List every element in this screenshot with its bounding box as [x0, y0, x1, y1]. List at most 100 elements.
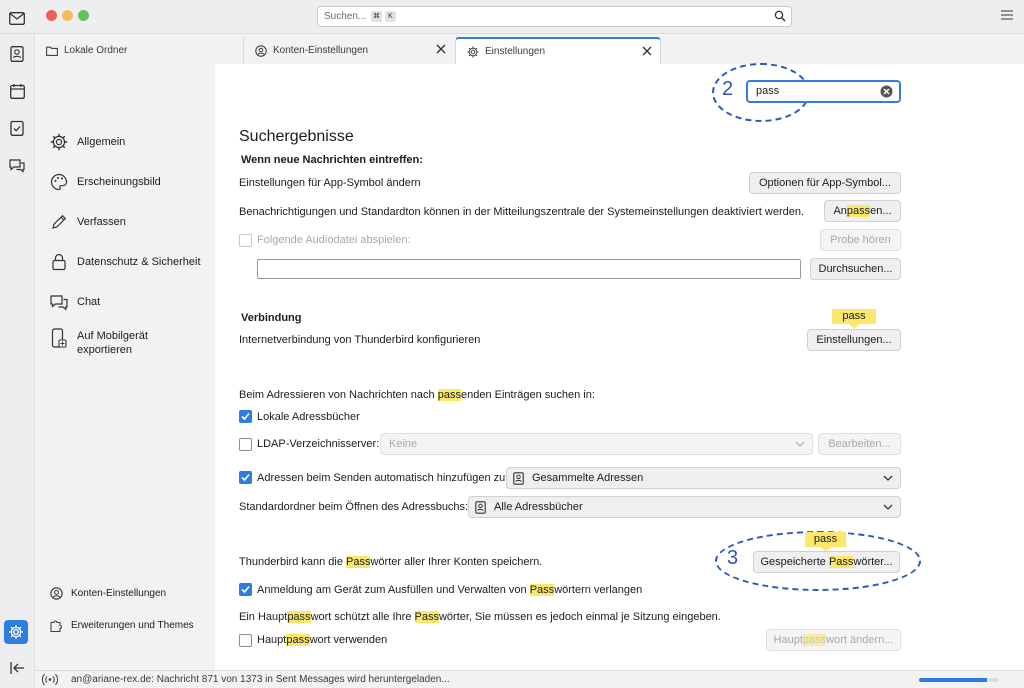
app-menu-icon[interactable] — [1001, 10, 1013, 23]
use-master-password-label: Hauptpasswort verwenden — [257, 634, 387, 646]
global-search-input[interactable]: Suchen... ⌘ K — [317, 6, 792, 27]
category-label-line1: Auf Mobilgerät — [77, 330, 148, 342]
sidebar-addons-themes[interactable]: Erweiterungen und Themes — [49, 618, 194, 633]
master-info-c: wort schützt alle Ihre — [310, 611, 415, 623]
change-master-highlight: pass — [802, 634, 827, 646]
category-label: Konten-Einstellungen — [71, 588, 167, 599]
chevron-down-icon — [883, 502, 893, 515]
play-sound-button[interactable]: Probe hören — [820, 229, 901, 251]
category-label: Chat — [77, 296, 101, 308]
ldap-server-checkbox[interactable] — [239, 438, 252, 451]
gear-icon — [467, 46, 479, 58]
search-icon[interactable] — [774, 10, 786, 25]
default-folder-value: Alle Adressbücher — [494, 501, 583, 513]
category-privacy-security[interactable]: Datenschutz & Sicherheit — [49, 252, 201, 272]
shortcut-key-k: K — [385, 11, 396, 22]
use-master-highlight: pass — [286, 634, 310, 646]
settings-content: 2 pass Suchergebnisse Wenn neue Nachrich… — [215, 63, 1024, 670]
local-address-books-checkbox[interactable] — [239, 410, 252, 423]
status-bar: an@ariane-rex.de: Nachricht 871 von 1373… — [35, 670, 1024, 688]
account-settings-icon — [49, 586, 63, 600]
mail-icon[interactable] — [8, 9, 26, 27]
mobile-export-icon — [49, 326, 69, 352]
zoom-window-button[interactable] — [78, 10, 89, 21]
lock-icon — [49, 252, 69, 272]
use-master-password-checkbox[interactable] — [239, 634, 252, 647]
change-master-password-button[interactable]: Hauptpasswort ändern... — [766, 629, 901, 651]
category-label: Erscheinungsbild — [77, 176, 161, 188]
tasks-icon[interactable] — [8, 119, 26, 137]
chat-icon[interactable] — [8, 156, 26, 174]
tab-label: Konten-Einstellungen — [273, 45, 369, 56]
collapse-spaces-icon[interactable] — [8, 659, 26, 677]
saved-passwords-post: wörter... — [853, 556, 893, 568]
customize-button[interactable]: Anpassen... — [824, 200, 901, 222]
settings-search-input[interactable]: pass — [746, 80, 901, 103]
ldap-server-select[interactable]: Keine — [380, 433, 813, 455]
saved-passwords-button[interactable]: Gespeicherte Passwörter... — [753, 551, 900, 573]
chevron-down-icon — [795, 439, 805, 452]
address-book-icon[interactable] — [8, 45, 26, 63]
app-icon-options-button[interactable]: Optionen für App-Symbol... — [749, 172, 901, 194]
tab-local-folders[interactable]: Lokale Ordner — [35, 37, 243, 64]
saved-passwords-highlight: Pass — [828, 556, 854, 568]
audio-file-path-input[interactable] — [257, 259, 801, 279]
passwords-text-pre: Thunderbird kann die — [239, 556, 347, 568]
search-match-tag: pass — [805, 532, 846, 552]
device-auth-checkbox[interactable] — [239, 583, 252, 596]
passwords-text: Thunderbird kann die Passwörter aller Ih… — [239, 556, 542, 568]
chat-icon — [49, 292, 69, 312]
ldap-server-label: LDAP-Verzeichnisserver: — [257, 438, 380, 450]
auto-add-addresses-checkbox[interactable] — [239, 471, 252, 484]
default-folder-select[interactable]: Alle Adressbücher — [468, 496, 901, 518]
auto-add-addresses-select[interactable]: Gesammelte Adressen — [506, 467, 901, 489]
customize-label-post: en... — [870, 205, 892, 217]
annotation-number-2: 2 — [722, 78, 734, 100]
calendar-icon[interactable] — [8, 82, 26, 100]
change-master-pre: Haupt — [773, 634, 803, 646]
category-label-multiline: Auf Mobilgerät exportieren — [77, 326, 148, 357]
device-auth-pre: Anmeldung am Gerät zum Ausfüllen und Ver… — [257, 584, 530, 596]
clear-search-icon[interactable] — [880, 85, 893, 101]
puzzle-icon — [49, 618, 63, 632]
category-general[interactable]: Allgemein — [49, 132, 125, 152]
addressing-intro-highlight: pass — [437, 389, 461, 401]
ldap-server-value: Keine — [389, 438, 418, 450]
auto-add-addresses-value: Gesammelte Adressen — [532, 472, 644, 484]
app-icon-text: Einstellungen für App-Symbol ändern — [239, 177, 421, 189]
pencil-icon — [49, 212, 69, 232]
address-book-icon — [475, 501, 486, 517]
close-window-button[interactable] — [46, 10, 57, 21]
category-mobile-export[interactable]: Auf Mobilgerät exportieren — [49, 326, 148, 357]
tab-settings[interactable]: Einstellungen — [455, 37, 661, 64]
change-master-post: wort ändern... — [826, 634, 894, 646]
category-appearance[interactable]: Erscheinungsbild — [49, 172, 161, 192]
download-progress-fill — [919, 678, 987, 682]
minimize-window-button[interactable] — [62, 10, 73, 21]
edit-ldap-button[interactable]: Bearbeiten... — [818, 433, 901, 455]
online-status-icon[interactable] — [41, 673, 59, 688]
settings-icon[interactable] — [4, 620, 28, 644]
tab-label: Einstellungen — [485, 46, 546, 57]
checkmark-icon — [241, 585, 250, 594]
tab-account-settings[interactable]: Konten-Einstellungen — [243, 37, 454, 64]
use-master-pre: Haupt — [257, 634, 287, 646]
addressing-intro-post: enden Einträgen suchen in: — [460, 389, 595, 401]
category-label: Allgemein — [77, 136, 126, 148]
device-auth-highlight: Pass — [529, 584, 555, 596]
close-icon[interactable] — [436, 44, 446, 57]
connection-settings-button[interactable]: Einstellungen... — [807, 329, 901, 351]
auto-add-addresses-label: Adressen beim Senden automatisch hinzufü… — [257, 472, 509, 484]
browse-button[interactable]: Durchsuchen... — [810, 258, 901, 280]
audio-file-checkbox[interactable] — [239, 234, 252, 247]
sidebar-account-settings[interactable]: Konten-Einstellungen — [49, 586, 166, 601]
customize-label-highlight: pass — [846, 205, 871, 217]
category-chat[interactable]: Chat — [49, 292, 100, 312]
master-info-a: Ein Haupt — [239, 611, 288, 623]
chevron-down-icon — [883, 473, 893, 486]
use-master-post: wort verwenden — [309, 634, 388, 646]
device-auth-post: wörtern verlangen — [554, 584, 643, 596]
master-info-e: wörter, Sie müssen es jedoch einmal je S… — [438, 611, 721, 623]
category-compose[interactable]: Verfassen — [49, 212, 126, 232]
close-icon[interactable] — [642, 46, 652, 59]
